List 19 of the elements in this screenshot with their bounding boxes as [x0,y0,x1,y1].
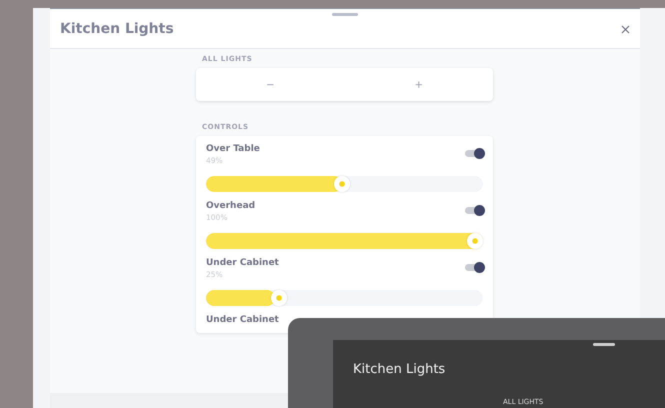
slider-track[interactable] [206,290,483,306]
toggle-switch[interactable] [465,264,483,271]
decrease-button[interactable]: − [196,68,344,101]
slider-track[interactable] [206,176,483,192]
slider-thumb[interactable] [467,233,483,249]
light-name: Over Table [206,144,260,154]
slider-thumb[interactable] [271,290,288,306]
toggle-switch[interactable] [465,207,483,214]
device-title: Kitchen Lights [353,362,446,377]
drag-handle[interactable] [332,13,358,16]
drag-handle [593,343,615,346]
close-icon [621,24,630,34]
slider-track[interactable] [206,233,483,249]
increase-button[interactable]: + [344,68,493,101]
light-name: Under Cabinet [206,315,279,325]
window-title: Kitchen Lights [60,20,174,36]
light-name: Under Cabinet [206,258,279,268]
light-name: Overhead [206,201,256,211]
toggle-switch[interactable] [465,150,483,157]
